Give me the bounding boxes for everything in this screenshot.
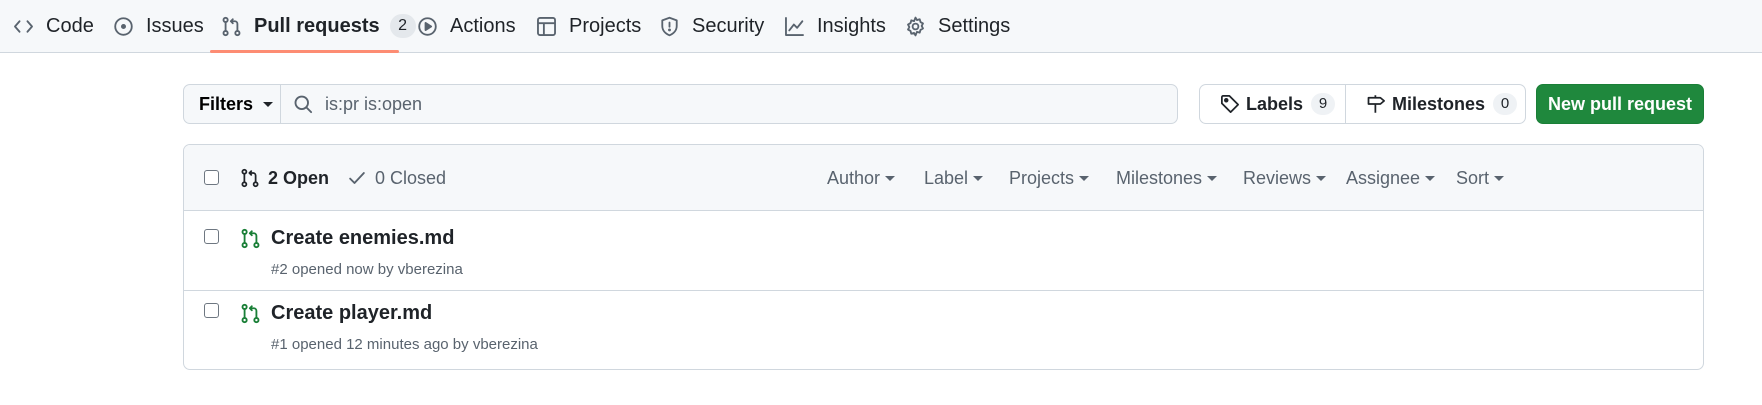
milestones-label: Milestones <box>1392 93 1486 114</box>
git-pull-request-icon <box>222 16 241 36</box>
new-pull-request-button[interactable]: New pull request <box>1536 84 1704 124</box>
tab-security[interactable]: Security <box>659 0 764 52</box>
tab-insights-label: Insights <box>817 14 886 37</box>
caret-down-icon <box>1494 175 1505 181</box>
labels-milestones-group: Labels 9 Milestones 0 <box>1199 84 1526 124</box>
select-all-checkbox[interactable] <box>204 170 219 185</box>
sort-filter-label: Sort <box>1456 167 1490 188</box>
list-item: Create player.md #1 opened 12 minutes ag… <box>184 290 1703 369</box>
tab-insights[interactable]: Insights <box>784 0 886 52</box>
shield-icon <box>661 16 678 36</box>
pull-request-title-link[interactable]: Create player.md <box>271 302 432 325</box>
search-box <box>280 84 1178 124</box>
play-icon <box>418 16 437 36</box>
tab-security-label: Security <box>692 14 765 37</box>
author-filter-label: Author <box>827 167 881 188</box>
author-filter[interactable]: Author <box>827 145 896 211</box>
row-checkbox[interactable] <box>204 303 219 318</box>
assignee-filter[interactable]: Assignee <box>1346 145 1436 211</box>
reviews-filter[interactable]: Reviews <box>1243 145 1327 211</box>
git-pull-request-icon <box>241 168 259 188</box>
tab-actions[interactable]: Actions <box>417 0 516 52</box>
sort-filter[interactable]: Sort <box>1456 145 1505 211</box>
filters-label: Filters <box>199 93 254 114</box>
caret-down-icon <box>1079 175 1090 181</box>
graph-icon <box>785 16 804 36</box>
tab-projects-label: Projects <box>569 14 642 37</box>
selected-tab-underline <box>210 50 399 53</box>
list-header: 2 Open 0 Closed Author Label Projects Mi… <box>184 145 1703 211</box>
tag-icon <box>1221 95 1239 113</box>
tab-pull-requests-label: Pull requests <box>254 14 380 37</box>
projects-filter[interactable]: Projects <box>1009 145 1090 211</box>
tab-actions-label: Actions <box>450 14 516 37</box>
pull-request-meta: #2 opened now by vberezina <box>271 261 463 278</box>
milestones-counter: 0 <box>1493 93 1518 115</box>
row-checkbox[interactable] <box>204 229 219 244</box>
gear-icon <box>907 16 924 36</box>
code-icon <box>14 19 33 33</box>
closed-count-label: 0 Closed <box>375 167 447 188</box>
projects-filter-label: Projects <box>1009 167 1075 188</box>
table-icon <box>537 16 556 36</box>
label-filter-label: Label <box>924 167 969 188</box>
search-icon <box>294 95 313 114</box>
git-pull-request-open-icon <box>241 228 260 249</box>
caret-down-icon <box>263 101 274 107</box>
caret-down-icon <box>973 175 984 181</box>
search-input[interactable] <box>325 93 1145 115</box>
labels-counter: 9 <box>1311 93 1336 115</box>
label-filter[interactable]: Label <box>924 145 984 211</box>
tab-settings-label: Settings <box>938 14 1011 37</box>
check-icon <box>349 172 365 184</box>
caret-down-icon <box>1316 175 1327 181</box>
repo-nav: Code Issues Pull requests 2 Actions Proj… <box>0 0 1762 53</box>
git-pull-request-open-icon <box>241 303 260 324</box>
milestones-filter[interactable]: Milestones <box>1116 145 1218 211</box>
milestones-filter-label: Milestones <box>1116 167 1203 188</box>
caret-down-icon <box>1207 175 1218 181</box>
assignee-filter-label: Assignee <box>1346 167 1421 188</box>
issue-opened-icon <box>114 16 133 36</box>
milestone-icon <box>1367 95 1385 113</box>
tab-issues[interactable]: Issues <box>113 0 204 52</box>
tab-issues-label: Issues <box>146 14 204 37</box>
pull-request-meta: #1 opened 12 minutes ago by vberezina <box>271 336 538 353</box>
list-item: Create enemies.md #2 opened now by vbere… <box>184 211 1703 290</box>
tab-code[interactable]: Code <box>13 0 94 52</box>
caret-down-icon <box>885 175 896 181</box>
open-filter-link[interactable]: 2 Open <box>240 168 329 189</box>
milestones-button[interactable]: Milestones 0 <box>1345 85 1525 123</box>
labels-label: Labels <box>1246 93 1304 114</box>
tab-projects[interactable]: Projects <box>536 0 641 52</box>
pull-request-list: 2 Open 0 Closed Author Label Projects Mi… <box>183 144 1704 370</box>
closed-filter-link[interactable]: 0 Closed <box>347 168 446 189</box>
tab-pull-requests[interactable]: Pull requests 2 <box>221 0 416 52</box>
filters-button[interactable]: Filters <box>183 84 281 124</box>
pull-request-title-link[interactable]: Create enemies.md <box>271 227 454 250</box>
tab-code-label: Code <box>46 14 94 37</box>
caret-down-icon <box>1425 175 1436 181</box>
tab-settings[interactable]: Settings <box>905 0 1010 52</box>
reviews-filter-label: Reviews <box>1243 167 1312 188</box>
pull-requests-counter: 2 <box>389 14 416 38</box>
labels-button[interactable]: Labels 9 <box>1200 85 1345 123</box>
open-count-label: 2 Open <box>268 167 330 188</box>
state-toggle: 2 Open 0 Closed <box>240 145 464 211</box>
